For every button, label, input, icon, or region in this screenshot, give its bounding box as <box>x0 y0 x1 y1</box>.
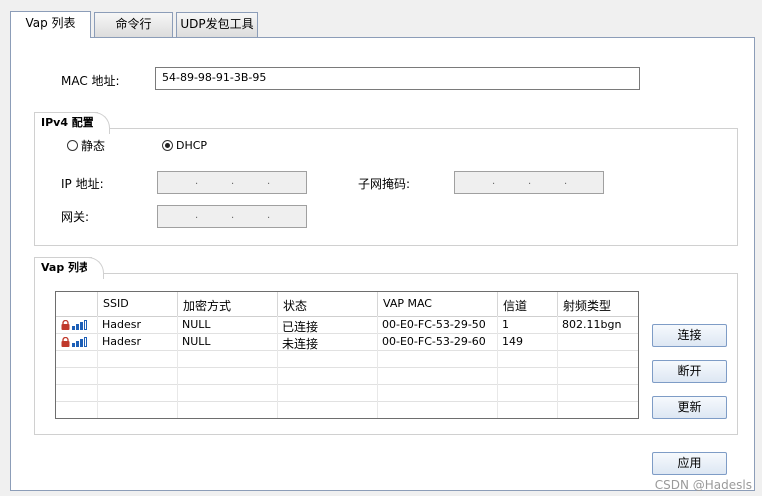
static-radio-label: 静态 <box>81 138 106 153</box>
header-channel-label: 信道 <box>503 299 528 313</box>
vap-group-title: Vap 列表 <box>34 257 104 279</box>
header-icon-col <box>56 292 98 316</box>
dhcp-radio[interactable]: DHCP <box>162 137 207 153</box>
vap-table[interactable]: SSID 加密方式 状态 VAP MAC 信道 射频类型 Hadesr NULL… <box>55 291 639 419</box>
signal-icon <box>72 337 87 347</box>
header-status[interactable]: 状态 <box>278 292 378 316</box>
cell-encryption: NULL <box>182 335 211 348</box>
vap-table-header: SSID 加密方式 状态 VAP MAC 信道 射频类型 <box>56 292 638 316</box>
cell-vap-mac: 00-E0-FC-53-29-60 <box>382 335 486 348</box>
table-row[interactable]: Hadesr NULL 已连接 00-E0-FC-53-29-50 1 802.… <box>56 317 638 334</box>
header-channel[interactable]: 信道 <box>498 292 558 316</box>
tab-command-line[interactable]: 命令行 <box>94 12 173 37</box>
header-ssid[interactable]: SSID <box>98 292 178 316</box>
mac-label: MAC 地址: <box>61 74 120 88</box>
gateway-label: 网关: <box>61 210 90 224</box>
subnet-mask-input[interactable]: ... <box>454 171 604 194</box>
apply-button[interactable]: 应用 <box>652 452 727 475</box>
header-status-label: 状态 <box>283 299 308 313</box>
signal-icon <box>72 320 87 330</box>
connect-button[interactable]: 连接 <box>652 324 727 347</box>
subnet-mask-label: 子网掩码: <box>358 177 411 191</box>
gateway-input[interactable]: ... <box>157 205 307 228</box>
cell-radio-type: 802.11bgn <box>562 318 622 331</box>
ip-address-label: IP 地址: <box>61 177 104 191</box>
watermark: CSDN @Hadesls <box>654 478 752 492</box>
cell-ssid: Hadesr <box>102 335 142 348</box>
header-vap-mac[interactable]: VAP MAC <box>378 292 498 316</box>
mac-input[interactable]: 54-89-98-91-3B-95 <box>155 67 640 90</box>
cell-channel: 149 <box>502 335 523 348</box>
cell-status: 已连接 <box>282 320 319 334</box>
cell-ssid: Hadesr <box>102 318 142 331</box>
dhcp-radio-label: DHCP <box>176 138 208 152</box>
header-encryption[interactable]: 加密方式 <box>178 292 278 316</box>
header-vap-mac-label: VAP MAC <box>383 297 432 310</box>
cell-channel: 1 <box>502 318 509 331</box>
lock-icon <box>61 320 70 330</box>
ipv4-group-title: IPv4 配置 <box>34 112 110 134</box>
header-ssid-label: SSID <box>103 297 129 310</box>
cell-vap-mac: 00-E0-FC-53-29-50 <box>382 318 486 331</box>
refresh-button[interactable]: 更新 <box>652 396 727 419</box>
header-radio-type[interactable]: 射频类型 <box>558 292 638 316</box>
tab-udp-tool[interactable]: UDP发包工具 <box>176 12 258 37</box>
header-encryption-label: 加密方式 <box>183 299 232 313</box>
cell-encryption: NULL <box>182 318 211 331</box>
disconnect-button[interactable]: 断开 <box>652 360 727 383</box>
static-radio-circle <box>67 139 78 151</box>
static-radio[interactable]: 静态 <box>67 137 105 153</box>
ip-address-input[interactable]: ... <box>157 171 307 194</box>
lock-icon <box>61 337 70 347</box>
dhcp-radio-circle <box>162 139 173 151</box>
header-radio-type-label: 射频类型 <box>563 299 612 313</box>
table-row[interactable]: Hadesr NULL 未连接 00-E0-FC-53-29-60 149 <box>56 334 638 351</box>
cell-status: 未连接 <box>282 337 319 351</box>
tab-vap-list[interactable]: Vap 列表 <box>10 11 91 38</box>
